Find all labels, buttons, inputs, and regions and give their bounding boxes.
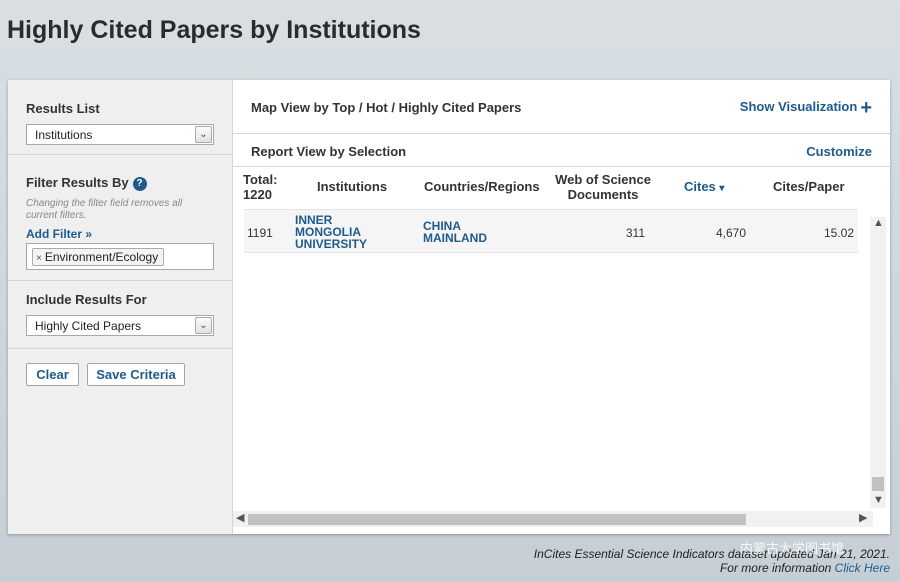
filter-tag: × Environment/Ecology: [32, 248, 165, 266]
scroll-left-icon[interactable]: ◀: [236, 511, 244, 524]
horizontal-scroll-thumb[interactable]: [248, 514, 746, 525]
include-results-select[interactable]: Highly Cited Papers ⌄: [26, 315, 214, 336]
library-watermark: 内蒙古大学图书馆: [740, 541, 845, 556]
include-section: Include Results For Highly Cited Papers …: [8, 281, 233, 349]
include-results-value: Highly Cited Papers: [35, 319, 142, 333]
results-list-value: Institutions: [35, 128, 93, 142]
vertical-scroll-thumb[interactable]: [872, 477, 884, 491]
scroll-down-icon[interactable]: ▼: [873, 494, 884, 506]
vertical-scrollbar[interactable]: ▲ ▼: [870, 217, 886, 508]
main-area: Map View by Top / Hot / Highly Cited Pap…: [233, 80, 890, 534]
sidebar: Results List Institutions ⌄ Filter Resul…: [8, 80, 233, 534]
more-info-line: For more information Click Here: [534, 561, 890, 575]
results-list-select[interactable]: Institutions ⌄: [26, 124, 214, 145]
total-value: 1220: [243, 187, 272, 202]
institution-line: UNIVERSITY: [295, 237, 368, 251]
chevron-down-icon[interactable]: ⌄: [195, 317, 212, 334]
more-info-prefix: For more information: [719, 561, 835, 575]
scroll-right-icon[interactable]: ▶: [859, 511, 867, 524]
scroll-up-icon[interactable]: ▲: [873, 217, 884, 229]
save-criteria-button[interactable]: Save Criteria: [87, 363, 185, 386]
table-row: 1191 INNER MONGOLIA UNIVERSITY CHINA MAI…: [244, 209, 858, 253]
countries-column-header[interactable]: Countries/Regions: [424, 179, 540, 194]
show-visualization-label: Show Visualization: [739, 99, 858, 114]
total-label: Total:: [243, 172, 278, 187]
add-filter-link[interactable]: Add Filter »: [26, 227, 92, 241]
horizontal-scrollbar[interactable]: ◀ ▶: [233, 511, 873, 527]
wos-header-line2: Documents: [567, 187, 639, 202]
filter-note: Changing the filter field removes all cu…: [26, 198, 183, 221]
help-icon[interactable]: ?: [132, 176, 147, 191]
page-title: Highly Cited Papers by Institutions: [7, 16, 421, 44]
report-view-row: Report View by Selection Customize: [233, 134, 890, 167]
documents-value: 311: [625, 226, 645, 240]
chevron-down-icon[interactable]: ⌄: [195, 126, 212, 143]
click-here-link[interactable]: Click Here: [835, 561, 890, 575]
remove-tag-icon[interactable]: ×: [36, 253, 42, 264]
filter-label: Filter Results By: [26, 175, 129, 190]
country-link[interactable]: CHINA MAINLAND: [423, 220, 487, 244]
cites-value: 4,670: [715, 226, 746, 240]
filter-results-by: Filter Results By?: [26, 175, 147, 191]
cites-header-label: Cites: [684, 179, 716, 194]
report-view-title: Report View by Selection: [251, 144, 407, 159]
map-view-row: Map View by Top / Hot / Highly Cited Pap…: [233, 80, 890, 134]
sort-desc-icon: ▾: [719, 183, 725, 194]
wos-header-line1: Web of Science: [555, 172, 651, 187]
results-table: Total: 1220 Institutions Countries/Regio…: [233, 167, 890, 534]
row-rank: 1191: [247, 226, 273, 240]
results-panel: Results List Institutions ⌄ Filter Resul…: [8, 80, 890, 534]
wos-documents-column-header[interactable]: Web of Science Documents: [551, 172, 655, 202]
results-list-section: Results List Institutions ⌄: [8, 80, 233, 155]
filter-tag-box[interactable]: × Environment/Ecology: [26, 243, 214, 270]
institutions-column-header[interactable]: Institutions: [317, 179, 387, 194]
results-list-label: Results List: [26, 101, 100, 116]
map-view-title: Map View by Top / Hot / Highly Cited Pap…: [251, 100, 522, 115]
plus-icon: +: [860, 97, 872, 119]
customize-link[interactable]: Customize: [806, 144, 872, 159]
country-line: MAINLAND: [423, 231, 487, 245]
filter-tag-label: Environment/Ecology: [44, 250, 159, 264]
cites-per-paper-column-header[interactable]: Cites/Paper: [773, 179, 845, 194]
show-visualization-link[interactable]: Show Visualization +: [739, 98, 872, 118]
include-results-label: Include Results For: [26, 292, 147, 307]
filter-section: Filter Results By? Changing the filter f…: [8, 155, 233, 281]
institution-link[interactable]: INNER MONGOLIA UNIVERSITY: [295, 214, 367, 250]
cites-per-paper-value: 15.02: [823, 226, 854, 240]
cites-column-header[interactable]: Cites ▾: [684, 179, 724, 196]
clear-button[interactable]: Clear: [26, 363, 79, 386]
total-header: Total: 1220: [243, 172, 277, 202]
